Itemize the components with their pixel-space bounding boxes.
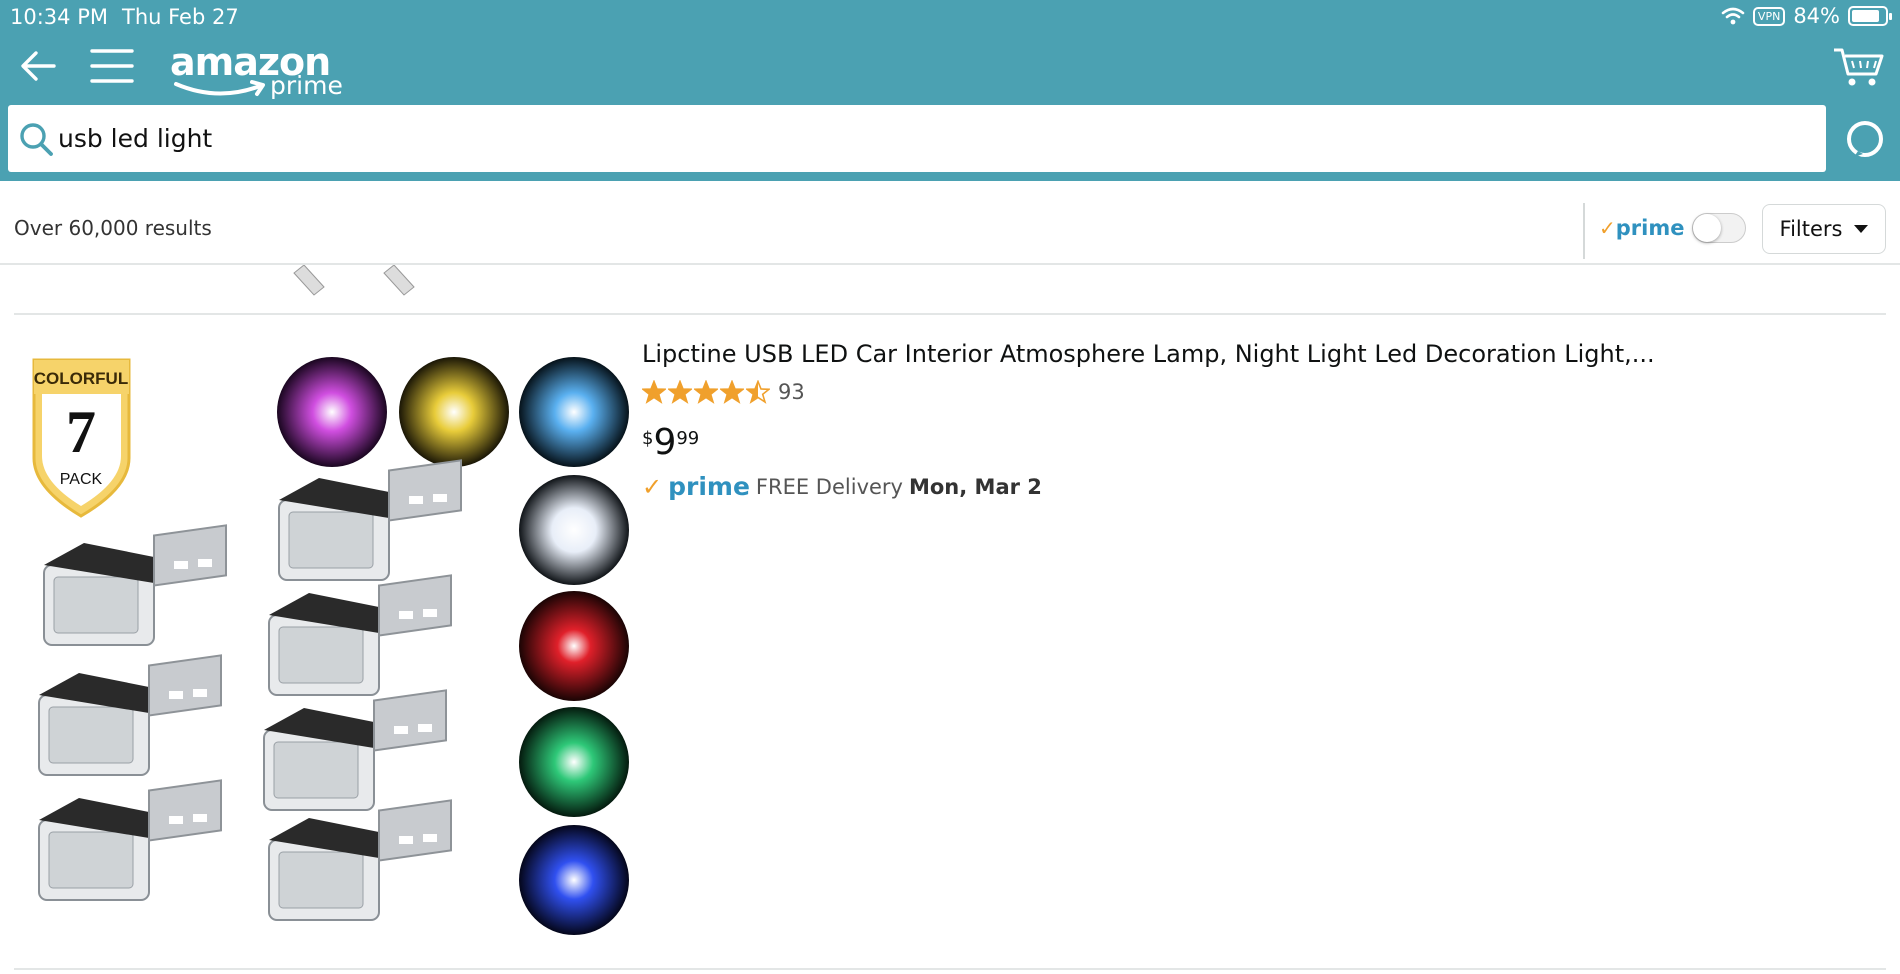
prime-divider bbox=[1583, 203, 1585, 259]
prime-label: prime bbox=[1615, 216, 1685, 240]
search-bar[interactable] bbox=[8, 105, 1826, 172]
badge-top-text: COLORFUL bbox=[34, 369, 128, 388]
results-count: Over 60,000 results bbox=[14, 216, 212, 240]
status-bar: 10:34 PM Thu Feb 27 VPN 84% bbox=[0, 0, 1900, 34]
status-indicators: VPN 84% bbox=[1721, 4, 1892, 28]
logo-prime-text: prime bbox=[270, 71, 343, 100]
alexa-icon[interactable] bbox=[1844, 118, 1886, 160]
filters-button[interactable]: Filters bbox=[1762, 204, 1886, 254]
amazon-prime-logo[interactable]: amazon prime bbox=[170, 40, 350, 100]
hamburger-menu-icon[interactable] bbox=[90, 46, 134, 86]
previous-product-remnant bbox=[14, 265, 1886, 315]
search-input[interactable] bbox=[58, 115, 1808, 161]
colorful-7-pack-badge: COLORFUL 7 PACK bbox=[32, 358, 131, 518]
delivery-date: Mon, Mar 2 bbox=[908, 474, 1042, 499]
filters-label: Filters bbox=[1779, 217, 1843, 241]
price: $999 bbox=[642, 422, 699, 463]
cart-icon[interactable] bbox=[1832, 44, 1884, 88]
battery-percent: 84% bbox=[1793, 4, 1840, 28]
back-arrow-icon[interactable] bbox=[16, 44, 60, 88]
search-icon[interactable] bbox=[18, 121, 54, 157]
status-date: Thu Feb 27 bbox=[122, 5, 239, 29]
toggle-knob bbox=[1693, 214, 1722, 242]
prime-filter-toggle[interactable]: ✓ prime bbox=[1599, 213, 1747, 243]
star-icon bbox=[694, 380, 718, 404]
delivery-row: ✓ prime FREE Delivery Mon, Mar 2 bbox=[642, 472, 1042, 501]
product-title[interactable]: Lipctine USB LED Car Interior Atmosphere… bbox=[642, 340, 1655, 368]
product-card[interactable]: COLORFUL 7 PACK Lipctine USB LED Car Int… bbox=[14, 330, 1886, 970]
badge-number-text: 7 bbox=[66, 399, 96, 465]
star-icon bbox=[746, 380, 770, 404]
vpn-badge: VPN bbox=[1752, 6, 1786, 26]
prime-check-icon: ✓ bbox=[642, 472, 663, 501]
prime-badge: prime bbox=[668, 472, 750, 501]
price-symbol: $ bbox=[642, 428, 654, 449]
status-time: 10:34 PM bbox=[10, 5, 108, 29]
results-bar: Over 60,000 results ✓ prime Filters bbox=[0, 181, 1900, 265]
previous-product-image-fragment bbox=[293, 265, 415, 296]
prime-check-icon: ✓ bbox=[1599, 216, 1616, 240]
star-rating bbox=[642, 380, 770, 404]
rating-count: 93 bbox=[778, 380, 805, 404]
prime-toggle-switch[interactable] bbox=[1692, 213, 1747, 243]
price-whole: 9 bbox=[653, 422, 677, 463]
caret-down-icon bbox=[1854, 225, 1869, 233]
rating-row[interactable]: 93 bbox=[642, 380, 805, 404]
star-icon bbox=[668, 380, 692, 404]
bottom-divider bbox=[14, 968, 1886, 970]
star-icon bbox=[642, 380, 666, 404]
app-header: 10:34 PM Thu Feb 27 VPN 84% amazon prime… bbox=[0, 0, 1900, 181]
battery-cap bbox=[1889, 13, 1892, 20]
battery-icon bbox=[1848, 6, 1892, 26]
star-icon bbox=[720, 380, 744, 404]
battery-fill bbox=[1852, 10, 1879, 22]
wifi-icon bbox=[1721, 7, 1745, 25]
delivery-text: FREE Delivery bbox=[755, 474, 903, 499]
product-image[interactable]: COLORFUL 7 PACK bbox=[24, 348, 634, 958]
price-fraction: 99 bbox=[676, 428, 700, 449]
badge-bottom-text: PACK bbox=[60, 471, 103, 488]
logo-smile-icon bbox=[174, 80, 265, 96]
